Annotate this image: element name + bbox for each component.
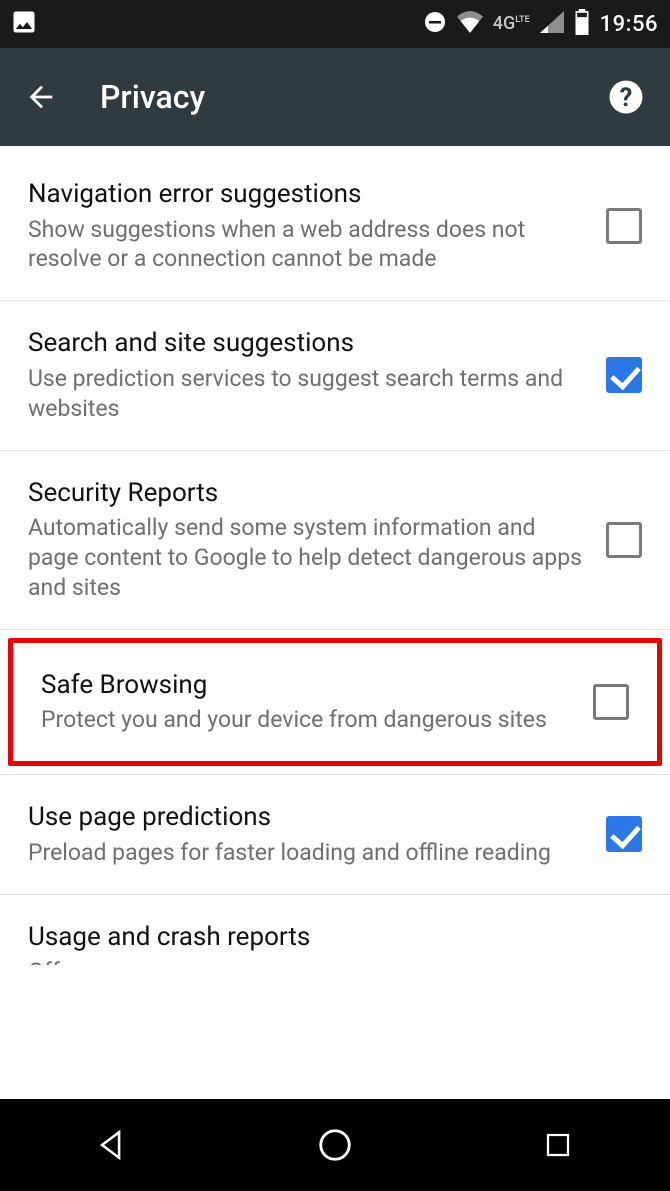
back-button[interactable] — [24, 80, 64, 114]
setting-usage-crash-reports[interactable]: Usage and crash reports Off — [0, 895, 670, 966]
setting-security-reports[interactable]: Security Reports Automatically send some… — [0, 451, 670, 630]
signal-icon — [540, 11, 564, 37]
setting-subtitle: Show suggestions when a web address does… — [28, 215, 586, 275]
setting-title: Navigation error suggestions — [28, 178, 586, 211]
settings-list: Navigation error suggestions Show sugges… — [0, 146, 670, 965]
setting-title: Security Reports — [28, 477, 586, 510]
dnd-icon — [423, 10, 447, 38]
checkbox[interactable] — [606, 357, 642, 393]
svg-text:?: ? — [620, 83, 633, 113]
navigation-bar — [0, 1099, 670, 1191]
setting-subtitle: Protect you and your device from dangero… — [41, 705, 573, 735]
setting-subtitle: Automatically send some system informati… — [28, 513, 586, 603]
page-title: Privacy — [100, 78, 606, 116]
clock-time: 19:56 — [600, 12, 658, 37]
setting-nav-error-suggestions[interactable]: Navigation error suggestions Show sugges… — [0, 152, 670, 301]
setting-safe-browsing[interactable]: Safe Browsing Protect you and your devic… — [13, 643, 657, 761]
app-bar: Privacy ? — [0, 48, 670, 146]
setting-subtitle: Use prediction services to suggest searc… — [28, 364, 586, 424]
checkbox[interactable] — [593, 684, 629, 720]
setting-title: Use page predictions — [28, 801, 586, 834]
setting-title: Search and site suggestions — [28, 327, 586, 360]
battery-icon — [574, 9, 590, 39]
setting-search-suggestions[interactable]: Search and site suggestions Use predicti… — [0, 301, 670, 450]
setting-title: Usage and crash reports — [28, 921, 622, 954]
nav-back-button[interactable] — [82, 1115, 142, 1175]
help-button[interactable]: ? — [606, 79, 646, 115]
setting-page-predictions[interactable]: Use page predictions Preload pages for f… — [0, 774, 670, 894]
checkbox[interactable] — [606, 208, 642, 244]
wifi-icon — [457, 11, 483, 37]
nav-recent-button[interactable] — [528, 1115, 588, 1175]
status-bar: 4G LTE 19:56 — [0, 0, 670, 48]
image-icon — [10, 8, 38, 40]
highlighted-setting: Safe Browsing Protect you and your devic… — [8, 638, 662, 766]
checkbox[interactable] — [606, 816, 642, 852]
nav-home-button[interactable] — [305, 1115, 365, 1175]
setting-subtitle: Preload pages for faster loading and off… — [28, 838, 586, 868]
checkbox[interactable] — [606, 522, 642, 558]
network-label: 4G LTE — [493, 15, 530, 33]
setting-title: Safe Browsing — [41, 669, 573, 702]
setting-subtitle: Off — [28, 957, 622, 965]
